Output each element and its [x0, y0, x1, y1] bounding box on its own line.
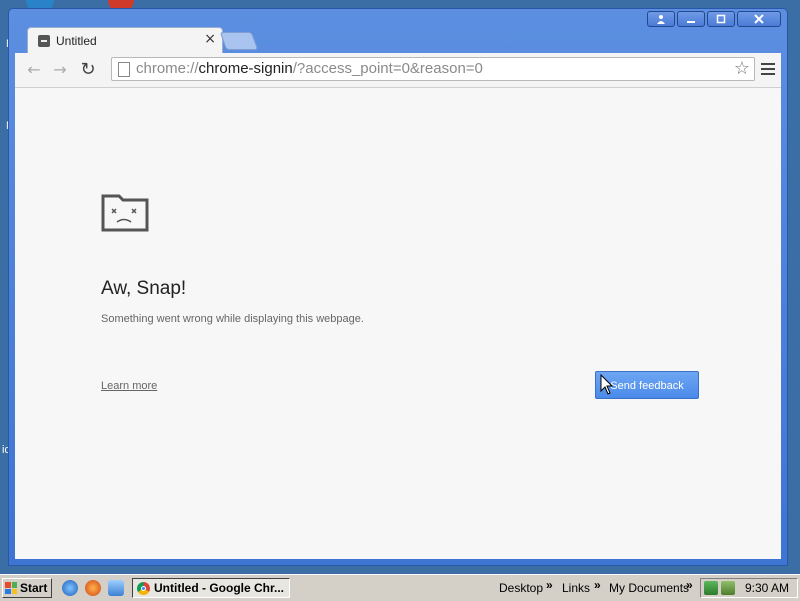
browser-window: Untitled × ← → ↻ chrome://chrome-signin/…	[8, 8, 788, 566]
taskbar: Start Untitled - Google Chr... Desktop »…	[0, 574, 800, 601]
sad-tab-favicon-icon	[38, 35, 50, 47]
minimize-button[interactable]	[677, 11, 705, 27]
url-path: /?access_point=0&reason=0	[292, 60, 483, 77]
user-icon[interactable]	[647, 11, 675, 27]
clock[interactable]: 9:30 AM	[745, 581, 789, 595]
network-icon[interactable]	[704, 581, 718, 595]
back-arrow-icon[interactable]: ←	[23, 60, 45, 80]
chevron-icon[interactable]: »	[686, 578, 693, 592]
bookmark-star-icon[interactable]: ☆	[734, 58, 750, 79]
learn-more-link[interactable]: Learn more	[101, 380, 157, 392]
browser-toolbar: ← → ↻ chrome://chrome-signin/?access_poi…	[15, 53, 781, 88]
system-tray: 9:30 AM	[700, 578, 798, 598]
url-text: chrome://chrome-signin/?access_point=0&r…	[136, 60, 483, 77]
sad-folder-icon	[101, 194, 149, 232]
start-button[interactable]: Start	[2, 578, 52, 598]
quicklaunch-app-icon[interactable]	[108, 580, 124, 596]
address-bar[interactable]: chrome://chrome-signin/?access_point=0&r…	[111, 57, 755, 81]
firefox-icon[interactable]	[85, 580, 101, 596]
window-controls	[647, 11, 781, 27]
tray-app-icon[interactable]	[721, 581, 735, 595]
new-tab-button[interactable]	[219, 32, 259, 50]
start-label: Start	[20, 581, 48, 595]
error-title: Aw, Snap!	[101, 278, 187, 299]
chrome-menu-icon[interactable]	[761, 63, 775, 78]
chevron-icon[interactable]: »	[594, 578, 601, 592]
browser-tab[interactable]: Untitled ×	[27, 27, 223, 53]
toolbar-link-my-documents[interactable]: My Documents	[609, 581, 689, 595]
tab-close-icon[interactable]: ×	[204, 31, 216, 47]
toolbar-link-links[interactable]: Links	[562, 581, 590, 595]
mouse-cursor-icon	[600, 374, 614, 395]
toolbar-link-desktop[interactable]: Desktop	[499, 581, 543, 595]
internet-explorer-icon[interactable]	[62, 580, 78, 596]
taskbar-item-chrome[interactable]: Untitled - Google Chr...	[132, 578, 290, 598]
error-description: Something went wrong while displaying th…	[101, 313, 364, 325]
url-host: chrome-signin	[198, 60, 293, 77]
maximize-button[interactable]	[707, 11, 735, 27]
chrome-icon	[137, 581, 150, 595]
reload-icon[interactable]: ↻	[77, 60, 99, 80]
page-icon	[118, 62, 130, 77]
page-content: Aw, Snap! Something went wrong while dis…	[15, 88, 781, 559]
chevron-icon[interactable]: »	[546, 578, 553, 592]
tab-title: Untitled	[56, 34, 97, 48]
windows-logo-icon	[5, 582, 17, 594]
close-button[interactable]	[737, 11, 781, 27]
taskbar-item-label: Untitled - Google Chr...	[154, 581, 284, 595]
forward-arrow-icon[interactable]: →	[49, 60, 71, 80]
url-scheme: chrome://	[136, 60, 199, 77]
